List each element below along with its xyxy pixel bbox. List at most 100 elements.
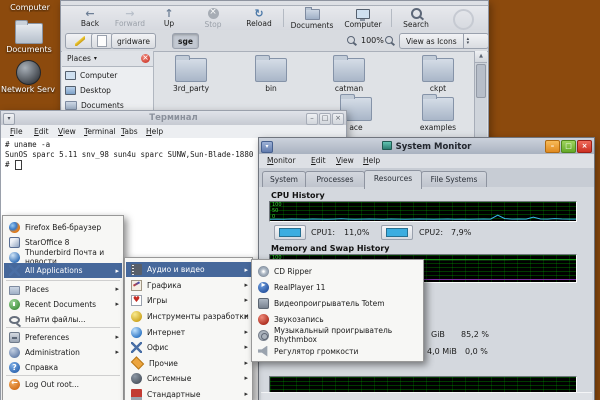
menu-item-cd-ripper[interactable]: CD Ripper — [253, 263, 422, 279]
view-mode-dropdown[interactable]: View as Icons ▴▾ — [399, 33, 489, 49]
close-icon[interactable]: × — [577, 140, 592, 153]
root-crumb-button[interactable] — [91, 33, 113, 49]
folder-ckpt[interactable]: ckpt — [406, 58, 470, 93]
menu-item-label: Recent Documents — [25, 300, 96, 309]
system-monitor-titlebar[interactable]: ▾ System Monitor – □ × — [259, 138, 594, 155]
submenu-arrow-icon — [244, 309, 248, 323]
menu-item-places[interactable]: Places — [4, 282, 122, 296]
menu-item-find-files[interactable]: Найти файлы... — [4, 312, 122, 326]
sidebar-item-computer[interactable]: Computer — [65, 69, 117, 82]
menu-item-realplayer[interactable]: RealPlayer 11 — [253, 279, 422, 295]
menu-item-games[interactable]: Игры — [126, 293, 251, 307]
vertical-scrollbar[interactable]: ▲ — [474, 51, 487, 142]
menu-item-totem[interactable]: Видеопроигрыватель Totem — [253, 295, 422, 311]
up-button[interactable]: ↑ Up — [153, 6, 185, 30]
computer-button[interactable]: Computer — [339, 6, 387, 30]
menu-item-label: Preferences — [25, 333, 69, 342]
menu-edit[interactable]: Edit — [34, 125, 49, 138]
forward-button[interactable]: → Forward — [109, 6, 151, 30]
menu-monitor[interactable]: Monitor — [267, 154, 296, 168]
sidebar-item-desktop[interactable]: Desktop — [65, 84, 111, 97]
internet-globe-icon — [131, 327, 142, 338]
zoom-in-icon[interactable] — [385, 36, 393, 44]
minimize-icon[interactable]: – — [545, 140, 560, 153]
tab-file-systems[interactable]: File Systems — [421, 171, 487, 187]
menu-item-label: Офис — [147, 343, 168, 352]
sidebar-close-icon[interactable] — [141, 54, 150, 63]
cpu2-color-swatch[interactable] — [381, 225, 413, 240]
terminal-titlebar[interactable]: ▾ Терминал – □ × — [1, 111, 346, 126]
desktop-icon-computer[interactable]: Computer — [0, 3, 62, 12]
stop-button[interactable]: Stop — [195, 6, 231, 30]
documents-folder-icon[interactable] — [15, 23, 43, 44]
close-icon[interactable]: × — [332, 113, 344, 125]
menu-edit[interactable]: Edit — [311, 154, 326, 168]
desktop-icon-documents[interactable]: Documents — [0, 45, 61, 54]
scroll-up-icon[interactable]: ▲ — [475, 51, 487, 63]
menu-item-system[interactable]: Системные — [126, 371, 251, 385]
cpu1-color-swatch[interactable] — [274, 225, 306, 240]
maximize-icon[interactable]: □ — [319, 113, 331, 125]
menu-help[interactable]: Help — [363, 154, 380, 168]
submenu-arrow-icon — [115, 263, 119, 278]
minimize-icon[interactable]: – — [306, 113, 318, 125]
folder-label: catman — [317, 84, 381, 93]
stop-icon — [208, 8, 219, 19]
menu-item-label: Интернет — [147, 328, 185, 337]
menu-item-office[interactable]: Офис — [126, 340, 251, 354]
tab-processes[interactable]: Processes — [305, 171, 365, 187]
breadcrumb-sge[interactable]: sge — [172, 33, 199, 49]
reload-button[interactable]: ↻ Reload — [239, 6, 279, 30]
folder-catman[interactable]: catman — [317, 58, 381, 93]
menu-view[interactable]: View — [58, 125, 76, 138]
menu-tabs[interactable]: Tabs — [121, 125, 138, 138]
menu-item-administration[interactable]: Administration — [4, 345, 122, 359]
menu-item-logout[interactable]: Log Out root... — [4, 377, 122, 391]
menu-item-staroffice[interactable]: StarOffice 8 — [4, 235, 122, 249]
zoom-out-icon[interactable] — [347, 36, 355, 44]
breadcrumb-gridware[interactable]: gridware — [111, 33, 156, 49]
cpu-history-graph: 100500 — [269, 201, 577, 222]
folder-3rd_party[interactable]: 3rd_party — [159, 58, 223, 93]
network-servers-globe-icon[interactable] — [16, 60, 41, 85]
menu-item-thunderbird[interactable]: Thunderbird Почта и новости — [4, 250, 122, 264]
menu-item-development[interactable]: Инструменты разработки — [126, 309, 251, 323]
menu-item-recent-documents[interactable]: Recent Documents — [4, 297, 122, 311]
scrollbar-thumb[interactable] — [476, 64, 486, 98]
back-button[interactable]: ← Back — [71, 6, 109, 30]
menu-item-label: Прочие — [149, 359, 178, 368]
tab-system[interactable]: System — [262, 171, 306, 187]
menu-item-firefox[interactable]: Firefox Веб-браузер — [4, 220, 122, 234]
menu-item-graphics[interactable]: Графика — [126, 278, 251, 292]
sidebar-header-label: Places — [67, 54, 91, 63]
documents-button[interactable]: Documents — [286, 6, 338, 30]
cpu2-label: CPU2: — [419, 228, 443, 237]
pencil-icon — [75, 36, 85, 46]
desktop-icon-network-servers[interactable]: Network Serv — [0, 85, 60, 94]
menu-separator — [6, 280, 120, 281]
menu-file[interactable]: File — [10, 125, 23, 138]
menu-item-volume-control[interactable]: Регулятор громкости — [253, 343, 422, 359]
menu-item-accessories[interactable]: Стандартные — [126, 387, 251, 400]
menu-item-other[interactable]: Прочие — [126, 356, 251, 370]
menu-item-rhythmbox[interactable]: Музыкальный проигрыватель Rhythmbox — [253, 327, 422, 343]
maximize-icon[interactable]: □ — [561, 140, 576, 153]
menu-item-preferences[interactable]: Preferences — [4, 330, 122, 344]
menu-item-audio-video[interactable]: Аудио и видео — [126, 262, 251, 277]
tab-resources[interactable]: Resources — [364, 170, 422, 189]
menu-item-internet[interactable]: Интернет — [126, 325, 251, 339]
location-bar: gridware sge 100% View as Icons ▴▾ — [61, 30, 488, 52]
folder-bin[interactable]: bin — [239, 58, 303, 93]
menu-item-sound-recorder[interactable]: Звукозапись — [253, 311, 422, 327]
menu-view[interactable]: View — [336, 154, 354, 168]
menu-item-label: Регулятор громкости — [274, 347, 358, 356]
menu-item-all-applications[interactable]: All Applications — [4, 263, 122, 278]
folder-examples[interactable]: examples — [406, 97, 470, 132]
sidebar-header[interactable]: Places ▾ — [62, 51, 153, 67]
menu-item-help[interactable]: Справка — [4, 360, 122, 374]
menu-help[interactable]: Help — [146, 125, 163, 138]
menu-terminal[interactable]: Terminal — [84, 125, 116, 138]
menu-item-label: Видеопроигрыватель Totem — [274, 299, 385, 308]
search-button[interactable]: Search — [395, 6, 437, 30]
dropdown-stepper-icon: ▴▾ — [463, 34, 473, 48]
